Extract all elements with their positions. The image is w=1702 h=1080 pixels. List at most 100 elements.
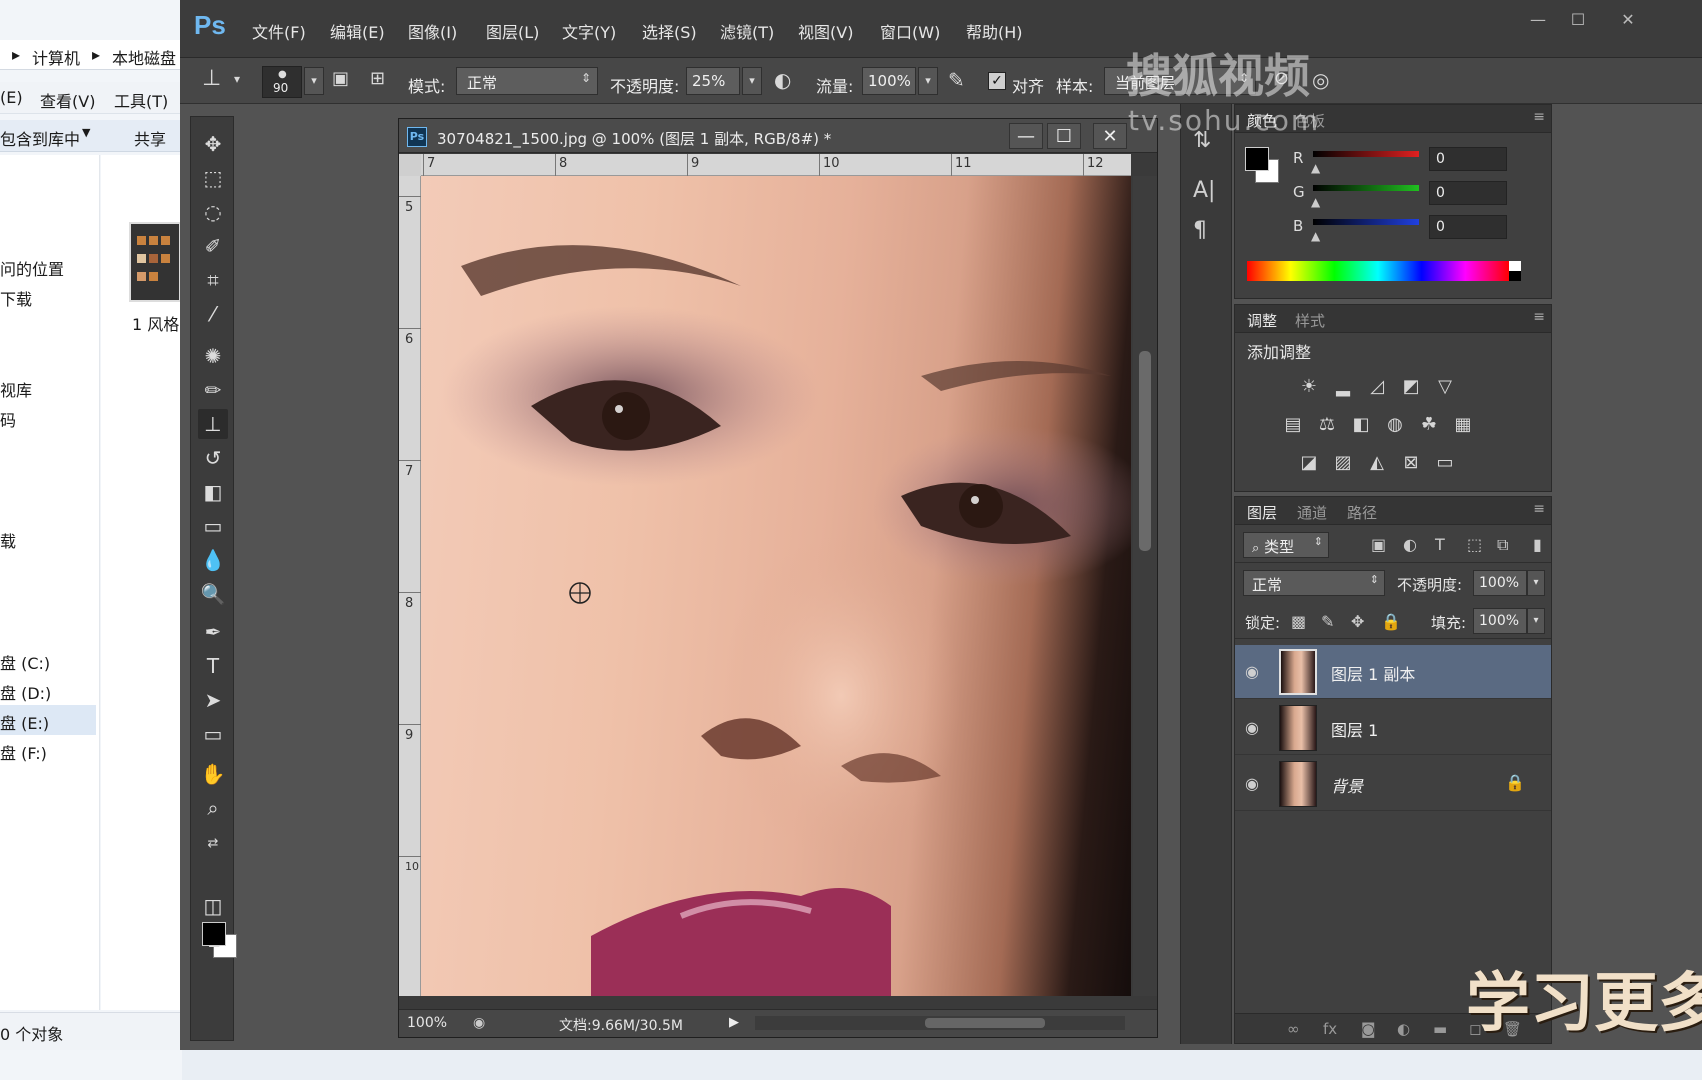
visibility-eye-icon[interactable]: ◉ (1245, 718, 1259, 737)
chevron-down-icon[interactable]: ▾ (1527, 608, 1545, 634)
blur-tool-icon[interactable]: 💧 (198, 545, 228, 575)
tab-paths[interactable]: 路径 (1347, 502, 1377, 523)
file-thumbnail[interactable] (129, 222, 181, 302)
history-brush-tool-icon[interactable]: ↺ (198, 443, 228, 473)
doc-minimize-button[interactable]: — (1009, 123, 1043, 149)
green-slider[interactable] (1313, 185, 1419, 191)
levels-icon[interactable]: ▂ (1331, 375, 1355, 399)
nav-item[interactable]: 下载 (0, 286, 32, 310)
tab-styles[interactable]: 样式 (1295, 310, 1325, 331)
image-canvas[interactable] (421, 176, 1131, 996)
horizontal-scrollbar[interactable] (755, 1016, 1125, 1030)
nav-item[interactable]: 问的位置 (0, 256, 64, 280)
panel-foreground-swatch[interactable] (1245, 147, 1269, 171)
breadcrumb-computer[interactable]: 计算机 (32, 45, 80, 69)
menu-select[interactable]: 选择(S) (642, 19, 697, 43)
gradient-map-icon[interactable]: ▭ (1433, 451, 1457, 475)
horizontal-ruler[interactable]: 7 8 9 10 11 12 (421, 154, 1131, 176)
aligned-checkbox[interactable]: ✓ (988, 72, 1006, 90)
brush-tool-icon[interactable]: ✏ (198, 375, 228, 405)
black-white-icon[interactable]: ◧ (1349, 413, 1373, 437)
doc-maximize-button[interactable]: ☐ (1047, 123, 1081, 149)
opacity-dropdown[interactable]: ▾ (742, 67, 762, 95)
clone-stamp-tool-icon[interactable]: ⊥ (198, 409, 228, 439)
brightness-contrast-icon[interactable]: ☀ (1297, 375, 1321, 399)
visibility-eye-icon[interactable]: ◉ (1245, 774, 1259, 793)
layer-name[interactable]: 图层 1 (1331, 717, 1378, 741)
layer-fill-field[interactable]: 100% (1473, 608, 1527, 634)
menu-tools[interactable]: 工具(T) (114, 88, 168, 112)
invert-icon[interactable]: ◪ (1297, 451, 1321, 475)
layer-name[interactable]: 背景 (1331, 773, 1363, 797)
chevron-down-icon[interactable]: ▾ (234, 72, 240, 86)
panel-menu-icon[interactable]: ≡ (1533, 309, 1545, 325)
blue-value-field[interactable]: 0 (1429, 215, 1507, 239)
layer-row-copy[interactable]: ◉ 图层 1 副本 (1235, 645, 1551, 699)
brush-panel-icon[interactable]: ▣ (332, 68, 349, 89)
menu-window[interactable]: 窗口(W) (880, 19, 940, 43)
green-value-field[interactable]: 0 (1429, 181, 1507, 205)
red-slider[interactable] (1313, 151, 1419, 157)
black-white-ramp[interactable] (1509, 261, 1521, 281)
menu-edit[interactable]: 编辑(E) (330, 19, 385, 43)
spot-healing-tool-icon[interactable]: ✺ (198, 341, 228, 371)
status-menu-arrow-icon[interactable]: ▶ (729, 1015, 739, 1030)
share-button[interactable]: 共享 (134, 126, 166, 150)
character-panel-icon[interactable]: A| (1193, 178, 1215, 203)
quick-mask-icon[interactable]: ◫ (198, 891, 228, 921)
mode-dropdown[interactable]: 正常 ⇕ (456, 67, 598, 95)
threshold-icon[interactable]: ◭ (1365, 451, 1389, 475)
proof-icon[interactable]: ◉ (473, 1015, 485, 1031)
lock-all-icon[interactable]: 🔒 (1381, 612, 1401, 631)
close-button[interactable]: ✕ (1610, 10, 1646, 32)
zoom-level[interactable]: 100% (407, 1015, 447, 1031)
include-in-library-button[interactable]: 包含到库中 (0, 126, 80, 150)
red-value-field[interactable]: 0 (1429, 147, 1507, 171)
flow-field[interactable]: 100% (862, 67, 916, 95)
address-bar[interactable]: ▸ 计算机 ▸ 本地磁盘 (0, 40, 182, 70)
menu-view[interactable]: 视图(V) (798, 19, 853, 43)
type-tool-icon[interactable]: T (198, 651, 228, 681)
hue-saturation-icon[interactable]: ▤ (1281, 413, 1305, 437)
photo-filter-icon[interactable]: ◍ (1383, 413, 1407, 437)
menu-image[interactable]: 图像(I) (408, 19, 457, 43)
breadcrumb-local-disk[interactable]: 本地磁盘 (112, 45, 176, 69)
vertical-scrollbar[interactable] (1133, 176, 1157, 996)
filter-type-icon[interactable]: T (1435, 535, 1445, 554)
panel-menu-icon[interactable]: ≡ (1533, 501, 1545, 517)
nav-item[interactable]: 载 (0, 528, 16, 552)
blend-mode-dropdown[interactable]: 正常 ⇕ (1243, 570, 1385, 596)
clone-source-icon[interactable]: ⊞ (370, 68, 385, 89)
zoom-tool-icon[interactable]: ⌕ (198, 793, 228, 823)
menu-layer[interactable]: 图层(L) (486, 19, 539, 43)
new-adjustment-icon[interactable]: ◐ (1397, 1020, 1410, 1038)
brush-preset-picker[interactable]: ● 90 (262, 66, 302, 98)
selective-color-icon[interactable]: ⊠ (1399, 451, 1423, 475)
new-group-icon[interactable]: ▬ (1433, 1020, 1447, 1038)
filter-adjustment-icon[interactable]: ◐ (1403, 535, 1417, 554)
menu-file[interactable]: 文件(F) (252, 19, 306, 43)
menu-help[interactable]: 帮助(H) (966, 19, 1023, 43)
tab-channels[interactable]: 通道 (1297, 502, 1327, 523)
filter-pixel-icon[interactable]: ▣ (1371, 535, 1386, 554)
quick-select-tool-icon[interactable]: ✐ (198, 231, 228, 261)
foreground-color-swatch[interactable] (202, 922, 226, 946)
filter-toggle-icon[interactable]: ▮ (1533, 535, 1542, 554)
exposure-icon[interactable]: ◩ (1399, 375, 1423, 399)
file-name-label[interactable]: 1 风格 (132, 311, 179, 335)
menu-view[interactable]: 查看(V) (40, 88, 95, 112)
nav-item-drive-d[interactable]: 盘 (D:) (0, 680, 51, 704)
filter-shape-icon[interactable]: ⬚ (1467, 535, 1482, 554)
scroll-thumb[interactable] (925, 1018, 1045, 1028)
minimize-button[interactable]: — (1520, 10, 1556, 32)
clone-stamp-icon[interactable]: ⊥ (202, 66, 221, 91)
rectangle-tool-icon[interactable]: ▭ (198, 719, 228, 749)
marquee-tool-icon[interactable]: ⬚ (198, 163, 228, 193)
chevron-down-icon[interactable]: ▾ (1527, 570, 1545, 596)
nav-item-drive-c[interactable]: 盘 (C:) (0, 650, 50, 674)
layer-row-background[interactable]: ◉ 背景 🔒 (1235, 757, 1551, 811)
filter-smart-object-icon[interactable]: ⧉ (1497, 535, 1508, 555)
move-tool-icon[interactable]: ✥ (198, 129, 228, 159)
pen-tool-icon[interactable]: ✒ (198, 617, 228, 647)
add-mask-icon[interactable]: ◙ (1361, 1020, 1376, 1038)
